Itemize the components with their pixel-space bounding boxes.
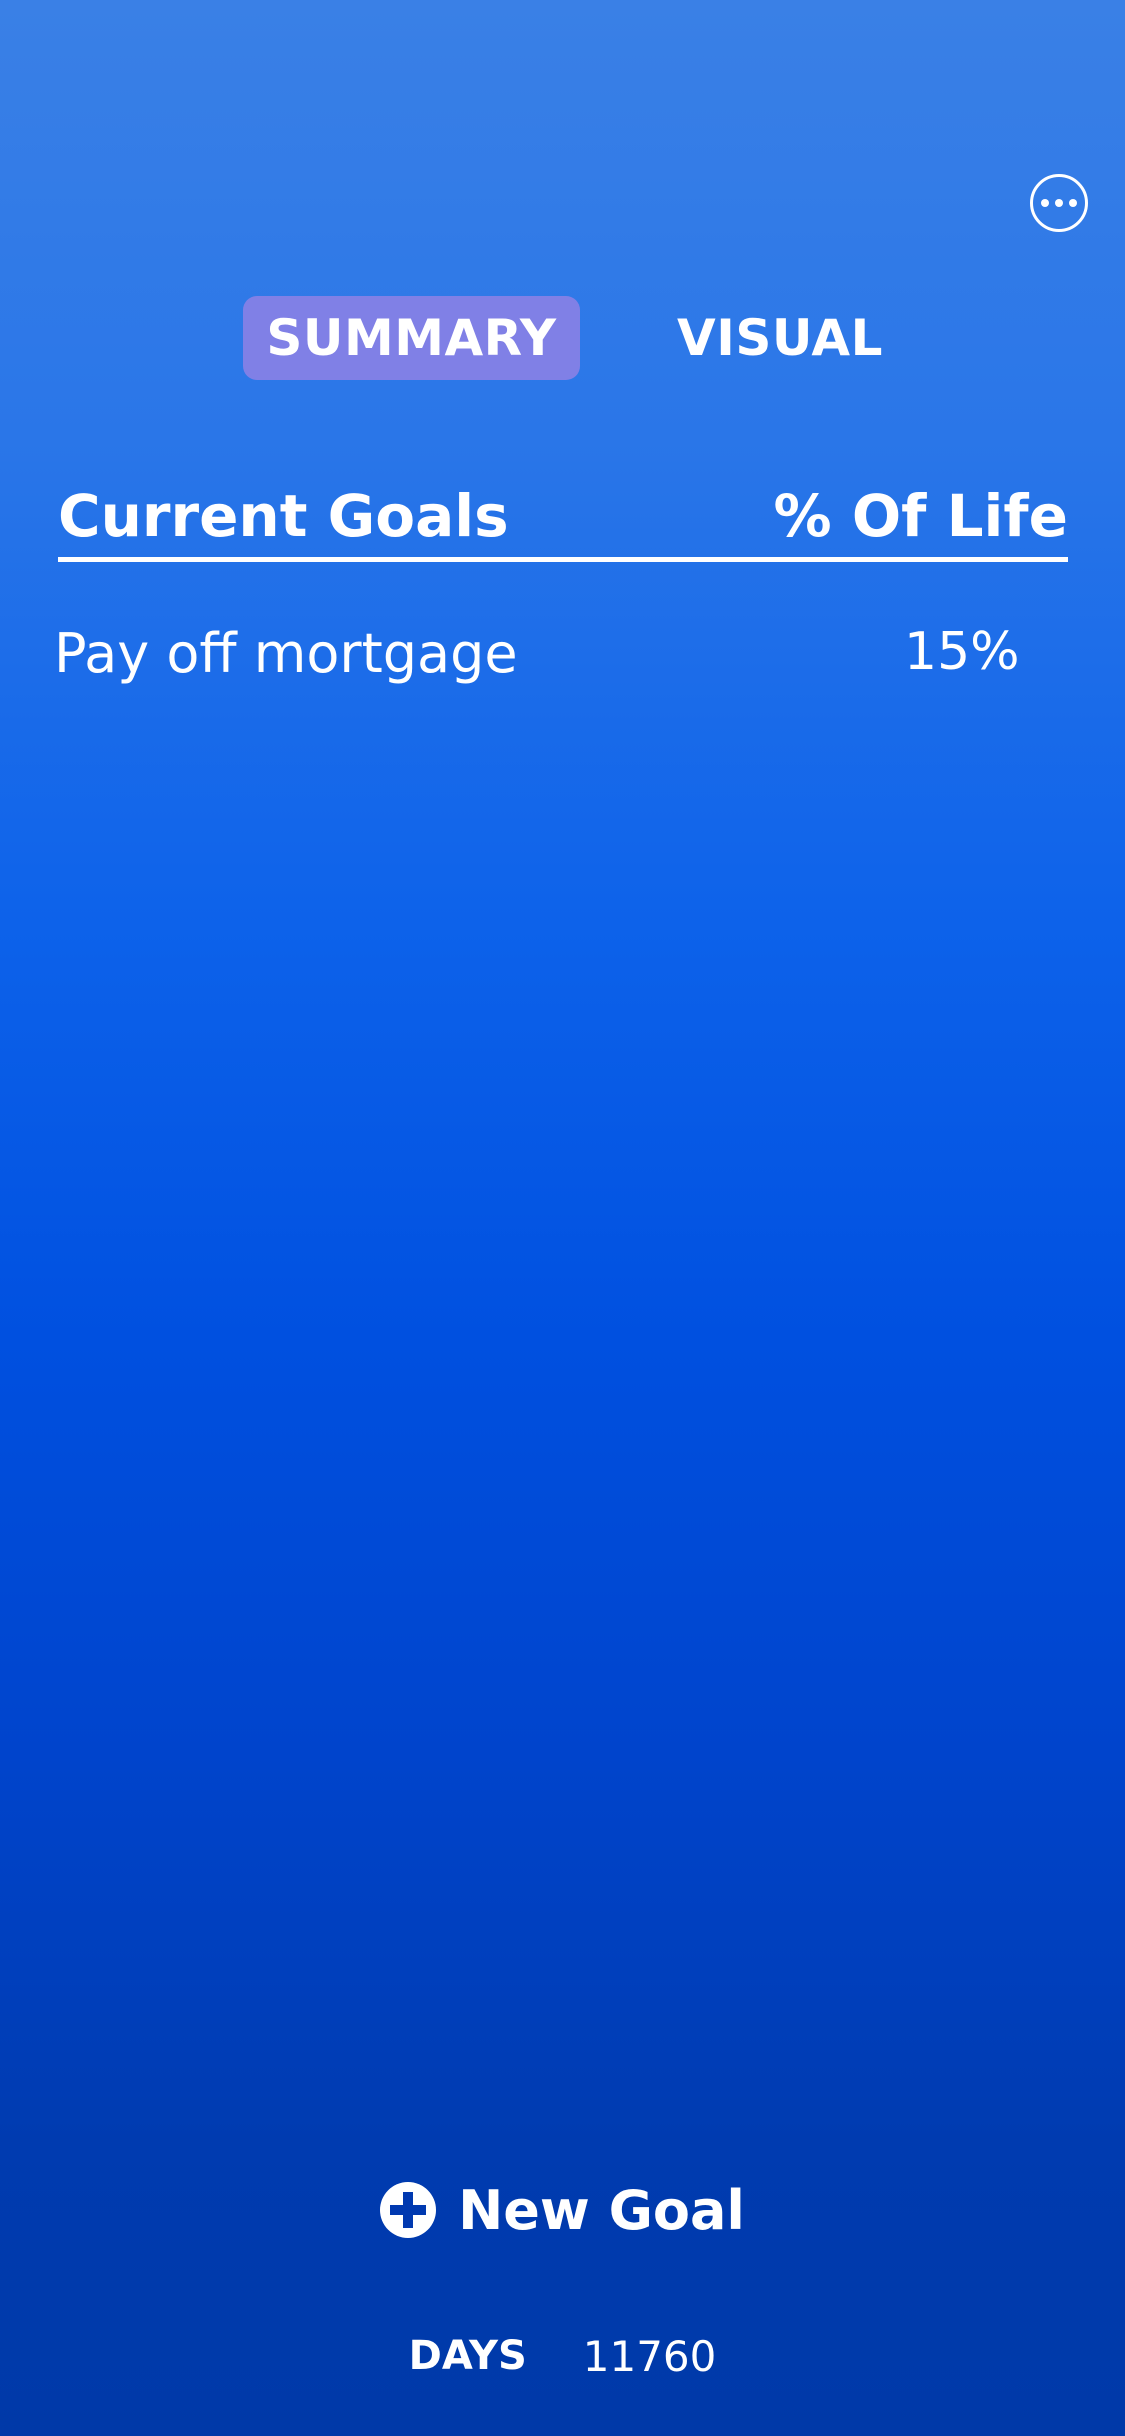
- current-goals-heading: Current Goals: [58, 482, 509, 550]
- days-value: 11760: [582, 2331, 717, 2381]
- ellipsis-icon: [1041, 199, 1049, 207]
- new-goal-label: New Goal: [458, 2178, 745, 2242]
- goals-table-header: Current Goals % Of Life: [58, 482, 1068, 562]
- goal-percent: 15%: [904, 622, 1020, 682]
- plus-circle-icon: [380, 2182, 437, 2238]
- new-goal-button[interactable]: New Goal: [0, 2178, 1125, 2242]
- more-options-button[interactable]: [1030, 174, 1088, 232]
- goal-name: Pay off mortgage: [54, 622, 518, 685]
- days-counter: DAYS 11760: [0, 2328, 1125, 2384]
- days-label: DAYS: [408, 2333, 527, 2379]
- ellipsis-icon-dot: [1069, 199, 1077, 207]
- ellipsis-icon-dot: [1055, 199, 1063, 207]
- tab-summary[interactable]: SUMMARY: [243, 296, 580, 380]
- goal-row[interactable]: Pay off mortgage 15%: [54, 622, 1064, 692]
- tab-visual[interactable]: VISUAL: [660, 296, 900, 380]
- percent-of-life-heading: % Of Life: [773, 482, 1068, 550]
- view-tabs: SUMMARY VISUAL: [0, 296, 1125, 380]
